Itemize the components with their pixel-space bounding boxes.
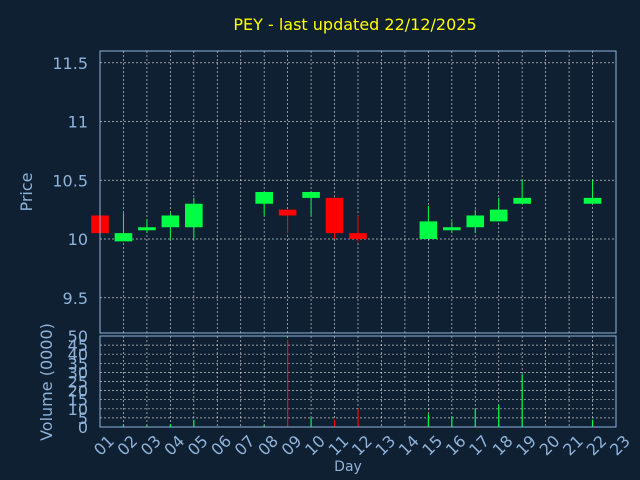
candle-body [255,192,273,204]
price-tick-label: 10 [68,230,88,249]
candle-body [489,209,508,222]
price-tick-label: 11.5 [52,54,88,73]
x-axis: 0102030405060708091011121314151617181920… [90,431,634,459]
price-tick-label: 10.5 [52,171,88,190]
candle-body [138,227,156,231]
chart-background [0,0,640,480]
volume-tick-label: 50 [68,327,88,346]
candle-body [419,221,438,239]
candle-body [161,215,180,228]
chart-title: PEY - last updated 22/12/2025 [233,15,476,34]
x-axis-label: Day [334,459,362,475]
candle-body [302,192,320,198]
candle-body [466,215,485,228]
candle-body [349,233,367,239]
candle-body [278,209,297,216]
candle-body [185,203,203,228]
volume-axis-label: Volume (0000) [37,323,56,441]
price-axis-label: Price [17,172,36,211]
price-tick-label: 9.5 [63,289,88,308]
candle-body [443,227,461,231]
candle-body [513,197,531,204]
candle-body [325,197,344,234]
candle-body [114,233,133,242]
price-tick-label: 11 [68,113,88,132]
stock-chart: PEY - last updated 22/12/2025 9.5 10 10.5 1… [0,0,640,480]
candle-body [583,197,602,204]
